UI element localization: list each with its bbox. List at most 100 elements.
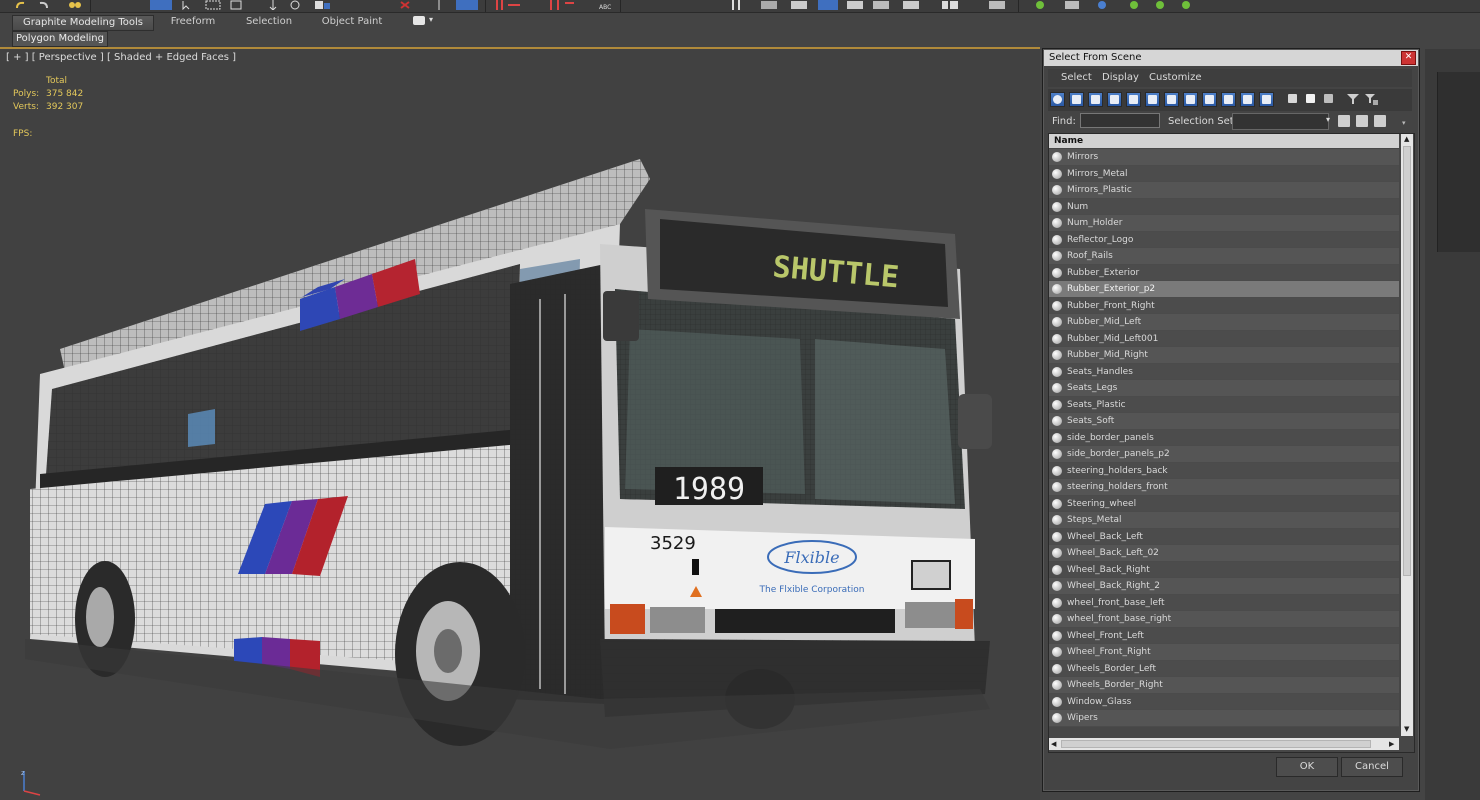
list-item[interactable]: Steps_Metal xyxy=(1049,512,1399,529)
list-item[interactable]: Mirrors_Plastic xyxy=(1049,182,1399,199)
horizontal-scrollbar[interactable]: ◀ ▶ xyxy=(1049,738,1399,750)
spacing-icon[interactable]: ABC xyxy=(598,0,612,11)
filter-helpers-icon[interactable] xyxy=(1126,92,1141,107)
tab-object-paint[interactable]: Object Paint xyxy=(316,15,388,29)
render-setup-icon[interactable] xyxy=(846,0,866,10)
snap-icon[interactable] xyxy=(398,0,412,10)
edit-selection-set-icon[interactable] xyxy=(1356,115,1368,127)
green-tool-icon[interactable] xyxy=(1030,0,1050,10)
list-item[interactable]: Rubber_Front_Right xyxy=(1049,297,1399,314)
render-production-icon[interactable] xyxy=(988,0,1008,10)
list-item[interactable]: side_border_panels xyxy=(1049,429,1399,446)
select-by-name-icon[interactable] xyxy=(180,0,194,11)
filter-bones-icon[interactable] xyxy=(1202,92,1217,107)
undo-icon[interactable] xyxy=(14,0,28,10)
list-item[interactable]: Window_Glass xyxy=(1049,693,1399,710)
vertical-scrollbar[interactable]: ▲ ▼ xyxy=(1401,134,1413,736)
list-item[interactable]: Wheels_Border_Right xyxy=(1049,677,1399,694)
select-invert-icon[interactable] xyxy=(1322,92,1337,107)
delete-selection-set-icon[interactable] xyxy=(1374,115,1386,127)
grey-tool-icon[interactable] xyxy=(1062,0,1082,10)
expand-arrow-icon[interactable]: ▾ xyxy=(1402,119,1406,127)
filter-cameras-icon[interactable] xyxy=(1107,92,1122,107)
list-item[interactable]: Rubber_Mid_Left xyxy=(1049,314,1399,331)
ok-button[interactable]: OK xyxy=(1276,757,1338,777)
filter-spacewarps-icon[interactable] xyxy=(1145,92,1160,107)
green-gear-icon[interactable] xyxy=(1124,0,1144,10)
bus-model[interactable]: SHUTTLE 1989 3529 Flxible The Flxible Co… xyxy=(0,49,1040,800)
list-item[interactable]: steering_holders_back xyxy=(1049,462,1399,479)
list-item[interactable]: wheel_front_base_right xyxy=(1049,611,1399,628)
filter-containers-icon[interactable] xyxy=(1221,92,1236,107)
list-item[interactable]: Wheel_Back_Left_02 xyxy=(1049,545,1399,562)
chevron-down-icon[interactable]: ▾ xyxy=(1326,115,1330,124)
pin-icon[interactable] xyxy=(432,0,446,10)
array-icon[interactable] xyxy=(548,0,578,10)
curve-editor-icon[interactable] xyxy=(790,0,810,10)
list-item[interactable]: Wheel_Back_Left xyxy=(1049,528,1399,545)
list-item[interactable]: Rubber_Exterior xyxy=(1049,264,1399,281)
list-item[interactable]: Rubber_Exterior_p2 xyxy=(1049,281,1399,298)
list-item[interactable]: steering_holders_front xyxy=(1049,479,1399,496)
render-icon[interactable] xyxy=(902,0,922,10)
select-object-icon[interactable] xyxy=(150,0,172,10)
list-item[interactable]: Wheels_Border_Left xyxy=(1049,660,1399,677)
window-crossing-icon[interactable] xyxy=(230,0,244,10)
scale-icon[interactable] xyxy=(314,0,332,10)
list-item[interactable]: side_border_panels_p2 xyxy=(1049,446,1399,463)
tab-selection[interactable]: Selection xyxy=(240,15,298,29)
filter-xrefs-icon[interactable] xyxy=(1183,92,1198,107)
material-editor-icon[interactable] xyxy=(818,0,838,10)
list-item[interactable]: Num_Holder xyxy=(1049,215,1399,232)
filter-groups-icon[interactable] xyxy=(1164,92,1179,107)
rotate-icon[interactable] xyxy=(288,0,302,10)
list-item[interactable]: Seats_Handles xyxy=(1049,363,1399,380)
perspective-viewport[interactable]: [ + ] [ Perspective ] [ Shaded + Edged F… xyxy=(0,49,1040,800)
menu-customize[interactable]: Customize xyxy=(1149,72,1202,83)
list-item[interactable]: wheel_front_base_left xyxy=(1049,594,1399,611)
select-none-icon[interactable] xyxy=(1304,92,1319,107)
menu-display[interactable]: Display xyxy=(1102,72,1139,83)
find-input[interactable] xyxy=(1080,113,1160,128)
filter-frozen-icon[interactable] xyxy=(1240,92,1255,107)
column-header-name[interactable]: Name xyxy=(1049,134,1399,148)
teapot-icon[interactable] xyxy=(940,0,960,10)
list-item[interactable]: Wipers xyxy=(1049,710,1399,727)
layer-manager-icon[interactable] xyxy=(760,0,780,10)
list-item[interactable]: Seats_Soft xyxy=(1049,413,1399,430)
create-selection-set-icon[interactable] xyxy=(1338,115,1350,127)
list-item[interactable]: Mirrors_Metal xyxy=(1049,165,1399,182)
redo-icon[interactable] xyxy=(36,0,50,10)
close-icon[interactable]: ✕ xyxy=(1401,51,1416,65)
green-gear-2-icon[interactable] xyxy=(1150,0,1170,10)
filter-options-icon[interactable] xyxy=(1364,92,1379,107)
menu-select[interactable]: Select xyxy=(1061,72,1092,83)
filter-shapes-icon[interactable] xyxy=(1069,92,1084,107)
list-item[interactable]: Wheel_Back_Right xyxy=(1049,561,1399,578)
render-frame-icon[interactable] xyxy=(872,0,892,10)
scroll-down-icon[interactable]: ▼ xyxy=(1404,725,1409,733)
list-item[interactable]: Steering_wheel xyxy=(1049,495,1399,512)
scroll-left-icon[interactable]: ◀ xyxy=(1051,740,1056,748)
dialog-title[interactable]: Select From Scene xyxy=(1044,50,1418,66)
filter-hidden-icon[interactable] xyxy=(1259,92,1274,107)
selection-set-dropdown[interactable] xyxy=(1232,113,1329,130)
link-icon[interactable] xyxy=(68,0,82,10)
filter-geometry-icon[interactable] xyxy=(1050,92,1065,107)
move-icon[interactable] xyxy=(266,0,280,11)
mirror-icon[interactable] xyxy=(456,0,478,10)
list-item[interactable]: Num xyxy=(1049,198,1399,215)
list-item[interactable]: Mirrors xyxy=(1049,149,1399,166)
blue-tool-icon[interactable] xyxy=(1092,0,1112,10)
chevron-down-icon[interactable]: ▾ xyxy=(429,15,433,24)
list-item[interactable]: Wheel_Front_Right xyxy=(1049,644,1399,661)
green-gear-3-icon[interactable] xyxy=(1176,0,1196,10)
list-item[interactable]: Roof_Rails xyxy=(1049,248,1399,265)
filter-icon[interactable] xyxy=(1346,92,1361,107)
panel-polygon-modeling[interactable]: Polygon Modeling xyxy=(12,31,108,47)
align-icon[interactable] xyxy=(494,0,524,10)
list-item[interactable]: Seats_Plastic xyxy=(1049,396,1399,413)
scroll-up-icon[interactable]: ▲ xyxy=(1404,135,1409,143)
scroll-right-icon[interactable]: ▶ xyxy=(1389,740,1394,748)
vertical-scroll-thumb[interactable] xyxy=(1403,146,1411,576)
